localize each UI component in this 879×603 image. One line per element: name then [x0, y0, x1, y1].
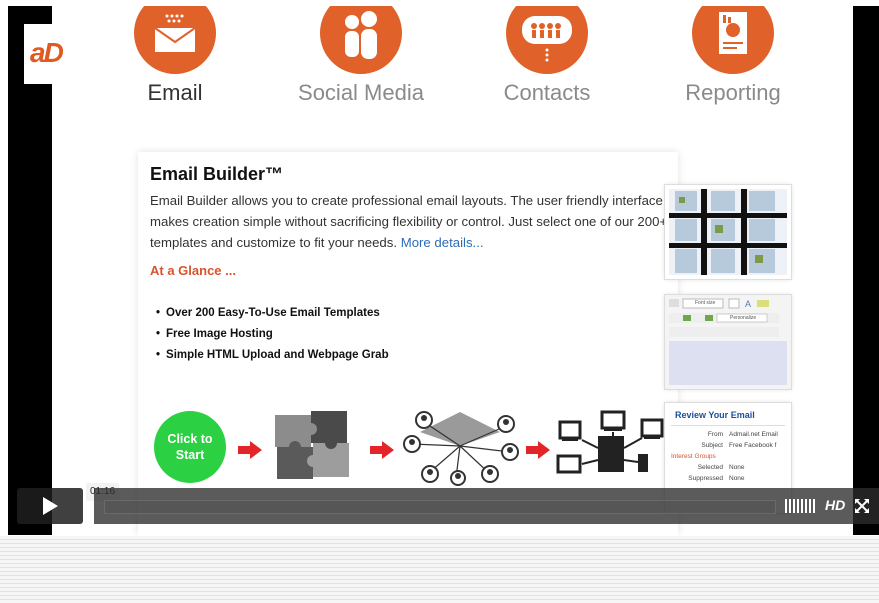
review-row: Suppressed None — [688, 475, 745, 482]
svg-text:A: A — [745, 299, 751, 309]
nav-item-social-media: Social Media — [271, 6, 451, 106]
personalize-label: Personalize — [730, 315, 757, 321]
nav-item-reporting: Reporting — [643, 6, 823, 106]
review-row: Subject Free Facebook f — [701, 442, 777, 449]
video-frame: Email Social Media Contacts Reporting Em… — [52, 6, 853, 535]
editor-thumbnail[interactable]: A Font size Personalize — [664, 294, 792, 390]
video-controls: 01:16 HD — [8, 483, 879, 528]
nav-label: Social Media — [298, 80, 424, 105]
devices-icon — [556, 410, 664, 474]
arrow-right-icon — [238, 441, 262, 459]
feature-item: Over 200 Easy-To-Use Email Templates — [156, 303, 389, 324]
templates-thumbnail[interactable] — [664, 184, 792, 280]
video-player: Email Social Media Contacts Reporting Em… — [8, 6, 879, 535]
more-details-link[interactable]: More details... — [401, 235, 484, 250]
review-row: From Admail.net Email — [707, 431, 778, 438]
people-icon — [320, 6, 402, 74]
striped-background — [0, 536, 879, 603]
puzzle-icon — [275, 411, 349, 479]
at-a-glance-heading: At a Glance ... — [150, 263, 236, 278]
font-size-label: Font size — [695, 300, 716, 306]
logo: aD — [24, 24, 86, 84]
review-title: Review Your Email — [675, 410, 755, 420]
card-description: Email Builder allows you to create profe… — [150, 190, 670, 253]
report-icon — [692, 6, 774, 74]
feature-list: Over 200 Easy-To-Use Email Templates Fre… — [156, 303, 389, 366]
interest-groups-label: Interest Groups — [671, 453, 716, 460]
feature-item: Simple HTML Upload and Webpage Grab — [156, 345, 389, 366]
hd-toggle[interactable]: HD — [825, 497, 845, 513]
feature-item: Free Image Hosting — [156, 324, 389, 345]
fullscreen-icon[interactable] — [854, 498, 870, 514]
email-builder-card: Email Builder™ Email Builder allows you … — [138, 152, 678, 535]
review-row: Selected None — [697, 464, 745, 471]
nav-label: Email — [147, 80, 203, 105]
nav-item-email: Email — [85, 6, 265, 106]
nav-item-contacts: Contacts — [457, 6, 637, 106]
progress-bar[interactable] — [104, 500, 776, 514]
play-button[interactable] — [17, 488, 83, 524]
contacts-icon — [506, 6, 588, 74]
network-icon — [403, 411, 519, 486]
envelope-icon — [134, 6, 216, 74]
arrow-right-icon — [370, 441, 394, 459]
nav-label: Contacts — [503, 80, 591, 105]
control-bar: HD — [94, 488, 879, 524]
play-icon — [43, 497, 58, 515]
arrow-right-icon — [526, 441, 550, 459]
nav-label: Reporting — [685, 80, 781, 105]
card-title: Email Builder™ — [150, 164, 284, 184]
volume-icon[interactable] — [785, 499, 815, 513]
click-to-start-button[interactable]: Click to Start — [154, 411, 226, 483]
